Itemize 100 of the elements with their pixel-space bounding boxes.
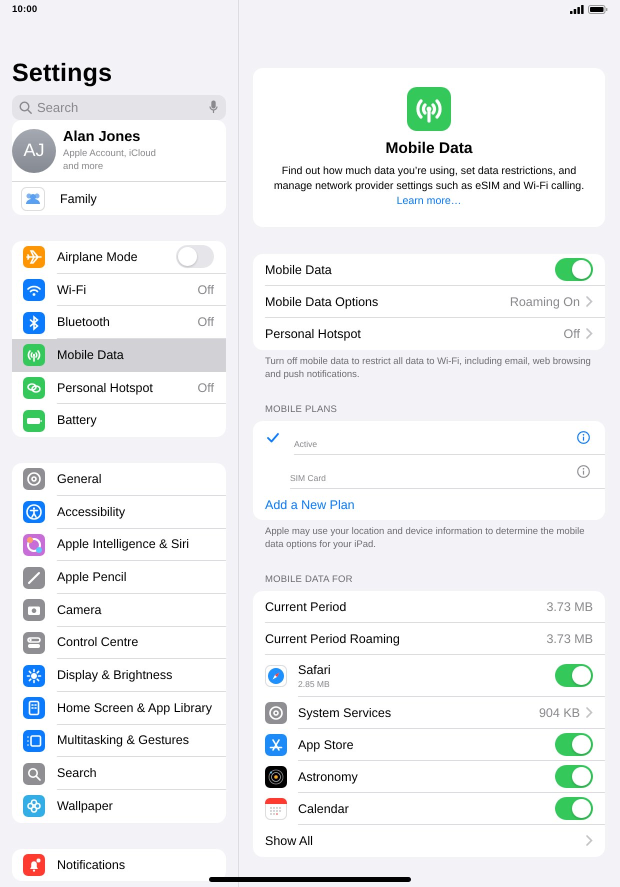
footnote-text: Apple may use your location and device information to determine the mobile data options for your iPad. (264, 525, 586, 551)
sidebar-item[interactable]: Mobile Data (12, 339, 226, 372)
description-text: Find out how much data you’re using, set data restrictions, and manage network provider settings such as eSIM and Wi-Fi calling. Learn more… (272, 164, 586, 209)
toggle-switch[interactable] (555, 664, 593, 687)
toggle-switch[interactable] (176, 245, 214, 268)
pencil-icon (23, 566, 45, 589)
setting-value: Roaming On (510, 294, 580, 308)
family-icon (21, 186, 45, 210)
avatar: AJ (12, 128, 56, 172)
battery-icon (23, 410, 45, 432)
sidebar-item[interactable]: Display & Brightness (12, 659, 226, 692)
clock-time: 10:00 (12, 4, 38, 14)
flower-icon (23, 795, 45, 818)
sidebar-item[interactable]: Camera (12, 594, 226, 627)
bell-icon (23, 854, 45, 876)
toggle-switch[interactable] (555, 765, 593, 788)
signal-icon (570, 4, 584, 14)
chain-link-icon (23, 377, 45, 400)
wifi-icon (23, 279, 45, 302)
sidebar-item[interactable]: Apple Pencil (12, 561, 226, 594)
microphone-icon (209, 100, 218, 114)
setting-value: 904 KB (538, 706, 580, 720)
setting-row[interactable]: Astronomy (253, 761, 605, 793)
setting-row[interactable]: Show All (253, 825, 605, 857)
setting-label: Mobile Data Options (265, 294, 380, 308)
footnote-text: Turn off mobile data to restrict all data to Wi-Fi, including email, web browsing and push notifications. (264, 355, 592, 381)
setting-row[interactable]: Calendar (253, 793, 605, 825)
chevron-icon (586, 296, 593, 307)
setting-row[interactable]: System Services 904 KB (253, 697, 605, 729)
setting-label: App Store (298, 738, 355, 752)
sidebar-item[interactable]: Multitasking & Gestures (12, 724, 226, 758)
setting-label: Personal Hotspot (265, 326, 362, 340)
plan-row[interactable]: SIM Card (253, 455, 605, 489)
switches-icon (23, 632, 45, 654)
profile-name[interactable]: Alan Jones (63, 128, 171, 144)
gear-icon (23, 468, 45, 490)
add-plan-link[interactable]: Add a New Plan (265, 498, 355, 512)
antenna-icon (407, 87, 451, 131)
grid-screen-icon (23, 697, 45, 720)
calendar-icon (265, 798, 287, 820)
airplane-icon (23, 246, 45, 268)
camera-icon (23, 599, 45, 622)
setting-value: 3.73 MB (546, 600, 593, 614)
sidebar-item[interactable]: Battery (12, 404, 226, 438)
sidebar-item[interactable]: Personal Hotspot Off (12, 372, 226, 404)
info-icon[interactable] (577, 431, 590, 444)
setting-label: System Services (298, 706, 392, 720)
sidebar-item[interactable]: Home Screen & App Library (12, 692, 226, 725)
family-label[interactable]: Family (60, 192, 97, 206)
sidebar-item[interactable]: Accessibility (12, 496, 226, 528)
setting-row[interactable]: Safari 2.85 MB (253, 655, 605, 697)
checkmark-icon (267, 433, 279, 443)
compass-icon (265, 665, 287, 687)
antenna-icon (23, 344, 45, 366)
setting-label: Calendar (298, 802, 350, 816)
sidebar-item[interactable]: Apple Intelligence & Siri (12, 528, 226, 562)
setting-row[interactable]: Mobile Data (253, 254, 605, 286)
sparkle-ring-icon (23, 534, 45, 556)
chevron-icon (586, 835, 593, 846)
usage-detail: 2.85 MB (298, 678, 331, 688)
window-panels-icon (23, 730, 45, 752)
sidebar-item[interactable]: Wi-Fi Off (12, 274, 226, 306)
learn-more-link[interactable]: Learn more… (396, 195, 462, 207)
section-header: MOBILE DATA FOR (264, 573, 354, 585)
sidebar-item[interactable]: Wallpaper (12, 790, 226, 823)
sun-icon (23, 664, 45, 687)
accessibility-icon (23, 501, 45, 524)
chevron-icon (586, 707, 593, 718)
sidebar-item[interactable]: Notifications (12, 848, 226, 882)
chevron-icon (586, 328, 593, 339)
setting-row[interactable]: Mobile Data Options Roaming On (253, 286, 605, 318)
setting-value: Off (564, 326, 580, 340)
gear-icon (265, 702, 287, 724)
toggle-switch[interactable] (555, 733, 593, 756)
page-title: Settings (12, 58, 114, 88)
info-icon[interactable] (577, 465, 590, 478)
plan-status: Active (294, 439, 318, 451)
setting-label: Safari (298, 662, 332, 676)
setting-label: Mobile Data (265, 262, 333, 276)
sidebar-item[interactable]: Search (12, 757, 226, 790)
profile-subtitle: Apple Account, iCloud and more (63, 146, 157, 172)
bluetooth-icon (23, 312, 45, 334)
setting-label: Show All (265, 834, 314, 848)
orbit-icon (265, 766, 287, 788)
setting-label: Current Period Roaming (265, 632, 401, 646)
section-title: Mobile Data (386, 140, 472, 158)
battery-icon (588, 4, 608, 14)
sidebar-item[interactable]: Control Centre (12, 626, 226, 660)
section-header: MOBILE PLANS (264, 403, 338, 415)
toggle-switch[interactable] (555, 258, 593, 281)
setting-row[interactable]: Personal Hotspot Off (253, 318, 605, 350)
toggle-switch[interactable] (555, 797, 593, 820)
search-field[interactable]: Search (12, 95, 226, 120)
setting-row[interactable]: App Store (253, 729, 605, 761)
search-icon (19, 101, 32, 114)
setting-label: Astronomy (298, 770, 359, 784)
search-icon (23, 762, 45, 785)
sidebar-item[interactable]: General (12, 463, 226, 496)
sidebar-item[interactable]: Airplane Mode (12, 241, 226, 274)
setting-value: 3.73 MB (546, 632, 593, 646)
